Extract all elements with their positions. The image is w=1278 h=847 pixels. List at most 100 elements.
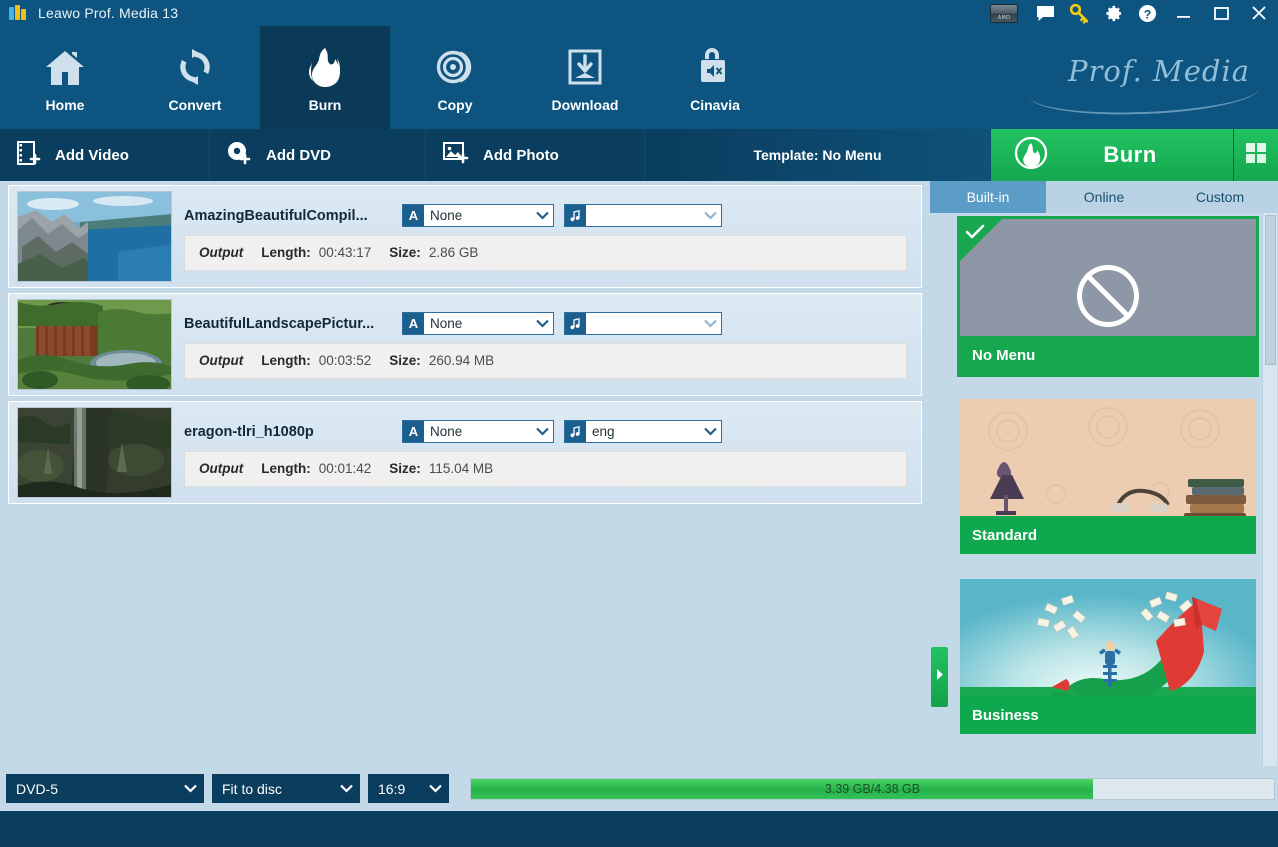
template-label: Template: No Menu [753, 147, 882, 163]
add-photo-label: Add Photo [483, 146, 559, 164]
application-window: Leawo Prof. Media 13 AMD ? Home Convert … [0, 0, 1278, 847]
nav-item-download[interactable]: Download [520, 26, 650, 129]
length-value: 00:43:17 [318, 245, 372, 260]
tab-label: Online [1083, 189, 1125, 205]
image-plus-icon [442, 140, 469, 171]
scrollbar-thumb[interactable] [1265, 215, 1276, 365]
svg-text:?: ? [1143, 7, 1151, 21]
output-info: Output Length: 00:43:17 Size: 2.86 GB [184, 234, 907, 271]
size-key: Size: [389, 353, 421, 368]
grid-squares-icon [1245, 142, 1267, 169]
brand-text: Prof. Media [1068, 54, 1250, 88]
template-caption: Business [960, 696, 1256, 734]
tab-built-in[interactable]: Built-in [930, 181, 1046, 213]
subtitle-badge-icon: A [403, 205, 424, 226]
file-info: BeautifulLandscapePictur... A None Outpu… [184, 311, 907, 379]
burn-button[interactable]: Burn [991, 129, 1234, 181]
template-card-business[interactable]: Business [960, 579, 1256, 734]
key-icon[interactable] [1062, 0, 1096, 26]
template-label: Standard [972, 526, 1038, 544]
bottom-bar: DVD-5 Fit to disc 16:9 3.39 GB/4.38 GB [0, 766, 1278, 811]
nav-label: Cinavia [690, 96, 740, 113]
panel-collapse-handle[interactable] [931, 647, 948, 707]
leawo-logo-icon [6, 0, 32, 26]
template-scrollbar[interactable] [1262, 213, 1277, 766]
home-icon [42, 43, 88, 91]
grid-view-button[interactable] [1234, 129, 1278, 181]
subtitle-value: None [430, 208, 463, 223]
disc-type-value: DVD-5 [16, 780, 59, 797]
subtitle-badge-icon: A [403, 421, 424, 442]
tab-online[interactable]: Online [1046, 181, 1162, 213]
gear-icon[interactable] [1096, 0, 1130, 26]
minimize-button[interactable] [1164, 0, 1202, 26]
progress-label: 3.39 GB/4.38 GB [824, 781, 921, 796]
title-bar: Leawo Prof. Media 13 AMD ? [0, 0, 1278, 26]
disc-type-select[interactable]: DVD-5 [6, 774, 204, 803]
chat-bubble-icon[interactable] [1028, 0, 1062, 26]
tab-label: Built-in [966, 189, 1010, 205]
add-dvd-button[interactable]: Add DVD [210, 129, 426, 181]
audio-select[interactable] [564, 204, 722, 227]
tab-custom[interactable]: Custom [1162, 181, 1278, 213]
audio-select[interactable]: eng [564, 420, 722, 443]
flame-icon [303, 43, 347, 91]
flame-circle-icon [1013, 135, 1049, 176]
help-circle-icon[interactable]: ? [1130, 0, 1164, 26]
disc-capacity-progress: 3.39 GB/4.38 GB [470, 777, 1275, 800]
subtitle-select[interactable]: A None [402, 420, 554, 443]
audio-select[interactable] [564, 312, 722, 335]
template-selector[interactable]: Template: No Menu [645, 129, 991, 181]
add-photo-button[interactable]: Add Photo [426, 129, 645, 181]
subtitle-select[interactable]: A None [402, 204, 554, 227]
video-thumbnail [17, 407, 172, 498]
title-bar-controls: AMD ? [990, 0, 1278, 26]
nav-item-cinavia[interactable]: Cinavia [650, 26, 780, 129]
nav-label: Copy [437, 96, 473, 113]
nav-item-home[interactable]: Home [0, 26, 130, 129]
chevron-down-icon [333, 784, 359, 793]
burn-label: Burn [1103, 142, 1157, 167]
output-info: Output Length: 00:03:52 Size: 260.94 MB [184, 342, 907, 379]
quality-select[interactable]: Fit to disc [212, 774, 360, 803]
template-panel: Built-in Online Custom No Menu Standard … [930, 181, 1278, 766]
content-area: AmazingBeautifulCompil... A None Output … [0, 181, 1278, 766]
file-name: BeautifulLandscapePictur... [184, 315, 375, 332]
status-footer [0, 811, 1278, 847]
template-caption: No Menu [960, 336, 1256, 374]
template-card-no-menu[interactable]: No Menu [957, 216, 1259, 377]
subtitle-value: None [430, 316, 463, 331]
aspect-ratio-value: 16:9 [378, 780, 406, 797]
nav-item-copy[interactable]: Copy [390, 26, 520, 129]
chevron-down-icon [177, 784, 203, 793]
nav-item-burn[interactable]: Burn [260, 26, 390, 129]
action-toolbar: Add Video Add DVD Add Photo Template: No… [0, 129, 1278, 181]
add-video-button[interactable]: Add Video [0, 129, 210, 181]
maximize-button[interactable] [1202, 0, 1240, 26]
output-info: Output Length: 00:01:42 Size: 115.04 MB [184, 450, 907, 487]
aspect-ratio-select[interactable]: 16:9 [368, 774, 449, 803]
subtitle-badge-icon: A [403, 313, 424, 334]
file-list-item[interactable]: eragon-tlri_h1080p A None eng Output Len… [8, 401, 922, 504]
add-dvd-label: Add DVD [266, 146, 331, 164]
chevron-down-icon [531, 427, 553, 436]
subtitle-select[interactable]: A None [402, 312, 554, 335]
add-video-label: Add Video [55, 146, 129, 164]
brand-logo: Prof. Media [1029, 54, 1261, 120]
template-list: No Menu Standard Business [930, 213, 1278, 766]
close-button[interactable] [1240, 0, 1278, 26]
template-card-standard[interactable]: Standard [960, 399, 1256, 554]
template-label: Business [972, 706, 1039, 724]
file-list-item[interactable]: AmazingBeautifulCompil... A None Output … [8, 185, 922, 288]
disc-plus-icon [226, 140, 252, 171]
nav-label: Convert [168, 96, 222, 113]
speaker-mute-icon [692, 43, 738, 91]
tab-label: Custom [1195, 189, 1245, 205]
file-name: AmazingBeautifulCompil... [184, 207, 368, 224]
file-list-item[interactable]: BeautifulLandscapePictur... A None Outpu… [8, 293, 922, 396]
template-tabs: Built-in Online Custom [930, 181, 1278, 213]
file-info: eragon-tlri_h1080p A None eng Output Len… [184, 419, 907, 487]
nav-item-convert[interactable]: Convert [130, 26, 260, 129]
chevron-down-icon [531, 319, 553, 328]
nav-label: Burn [308, 96, 342, 113]
